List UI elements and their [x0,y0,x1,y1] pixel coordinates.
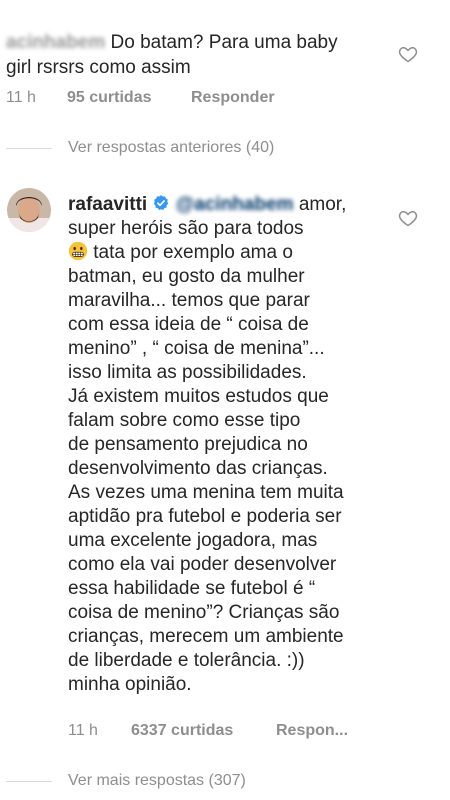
comment-2-line-2-row: tata por exemplo ama o [68,241,293,265]
comment-1-time: 11 h [6,89,36,106]
comment-2-line-12: As vezes uma menina tem muita [68,482,344,503]
comment-2-line-17: coisa de menino”? Crianças são [68,602,340,623]
comment-2-time: 11 h [68,722,98,739]
comment-2-line-16: essa habilidade se futebol é “ [68,578,316,599]
comment-2-line-10: de pensamento prejudica no [68,434,308,455]
comment-2-username[interactable]: rafaavitti [68,194,147,215]
comment-2-line-4: maravilha... temos que parar [68,290,310,311]
comment-2-likes[interactable]: 6337 curtidas [131,722,233,740]
comment-2-header: rafaavitti @acinhabem amor, [68,193,398,217]
heart-icon[interactable] [398,208,418,228]
grimacing-emoji-icon [68,241,88,261]
comment-2-line-3: batman, eu gosto da mulher [68,266,305,287]
comment-2-line-1: super heróis são para todos [68,218,304,239]
divider-line [6,148,52,149]
heart-icon[interactable] [398,44,418,64]
view-previous-replies[interactable]: Ver respostas anteriores (40) [68,139,274,157]
comment-1-text: acinhabem Do batam? Para uma baby [6,31,396,55]
divider-line [6,781,52,782]
comment-2-line-9: falam sobre como esse tipo [68,410,301,431]
avatar[interactable] [7,188,51,232]
comment-2-line-2: tata por exemplo ama o [93,242,293,263]
comment-2-line-8: Já existem muitos estudos que [68,386,329,407]
comment-2-line-19: de liberdade e tolerância. :)) [68,650,305,671]
comment-1-likes[interactable]: 95 curtidas [67,89,151,107]
comment-2-line-11: desenvolvimento das crianças. [68,458,328,479]
comment-2-line-13: aptidão pra futebol e poderia ser [68,506,342,527]
comment-1-line-1: Do batam? Para uma baby [110,32,338,53]
comment-2-line-15: como ela vai poder desenvolver [68,554,337,575]
comment-2-mention[interactable]: @acinhabem [176,193,294,217]
comment-2-line-7: isso limita as possibilidades. [68,362,307,383]
comment-2-line-0: amor, [298,194,347,215]
comment-2-line-5: com essa ideia de “ coisa de [68,314,309,335]
comment-2-line-6: menino” , “ coisa de menina”... [68,338,325,359]
comment-1-username[interactable]: acinhabem [6,31,105,55]
comment-2-line-14: uma excelente jogadora, mas [68,530,318,551]
comment-1-reply-button[interactable]: Responder [191,89,275,107]
comment-2-line-20: minha opinião. [68,674,192,695]
verified-badge-icon [154,195,169,211]
comment-1-line-2: girl rsrsrs como assim [6,57,191,78]
comment-2-line-18: crianças, merecem um ambiente [68,626,344,647]
view-more-replies[interactable]: Ver mais respostas (307) [68,772,246,790]
comment-2-reply-button[interactable]: Respon... [276,722,348,740]
